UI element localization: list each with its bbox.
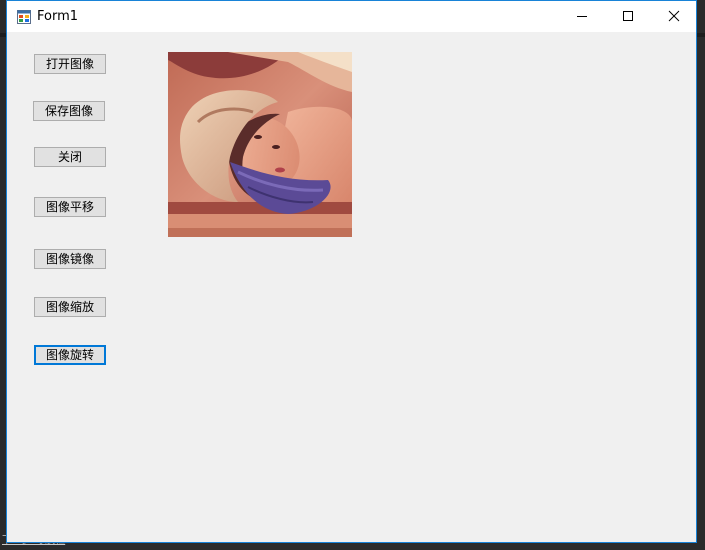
open-image-button[interactable]: 打开图像 xyxy=(34,54,106,74)
picture-box xyxy=(168,52,352,237)
translate-image-button[interactable]: 图像平移 xyxy=(34,197,106,217)
close-window-button[interactable] xyxy=(652,1,698,32)
close-button[interactable]: 关闭 xyxy=(34,147,106,167)
close-icon xyxy=(668,10,680,22)
minimize-button[interactable] xyxy=(560,1,606,32)
scale-image-button[interactable]: 图像缩放 xyxy=(34,297,106,317)
form-window: Form1 打开图像 保存图像 关闭 图像平移 图像镜像 图像缩放 图像旋转 xyxy=(6,0,697,543)
save-image-button[interactable]: 保存图像 xyxy=(33,101,105,121)
form-client-area: 打开图像 保存图像 关闭 图像平移 图像镜像 图像缩放 图像旋转 xyxy=(7,32,696,542)
portrait-photo xyxy=(168,52,352,237)
title-bar[interactable]: Form1 xyxy=(7,1,696,32)
maximize-icon xyxy=(623,11,633,21)
mirror-image-button[interactable]: 图像镜像 xyxy=(34,249,106,269)
rotate-image-button[interactable]: 图像旋转 xyxy=(34,345,106,365)
window-title: Form1 xyxy=(37,9,79,24)
minimize-icon xyxy=(577,16,587,17)
form-app-icon xyxy=(17,9,31,24)
maximize-button[interactable] xyxy=(606,1,652,32)
